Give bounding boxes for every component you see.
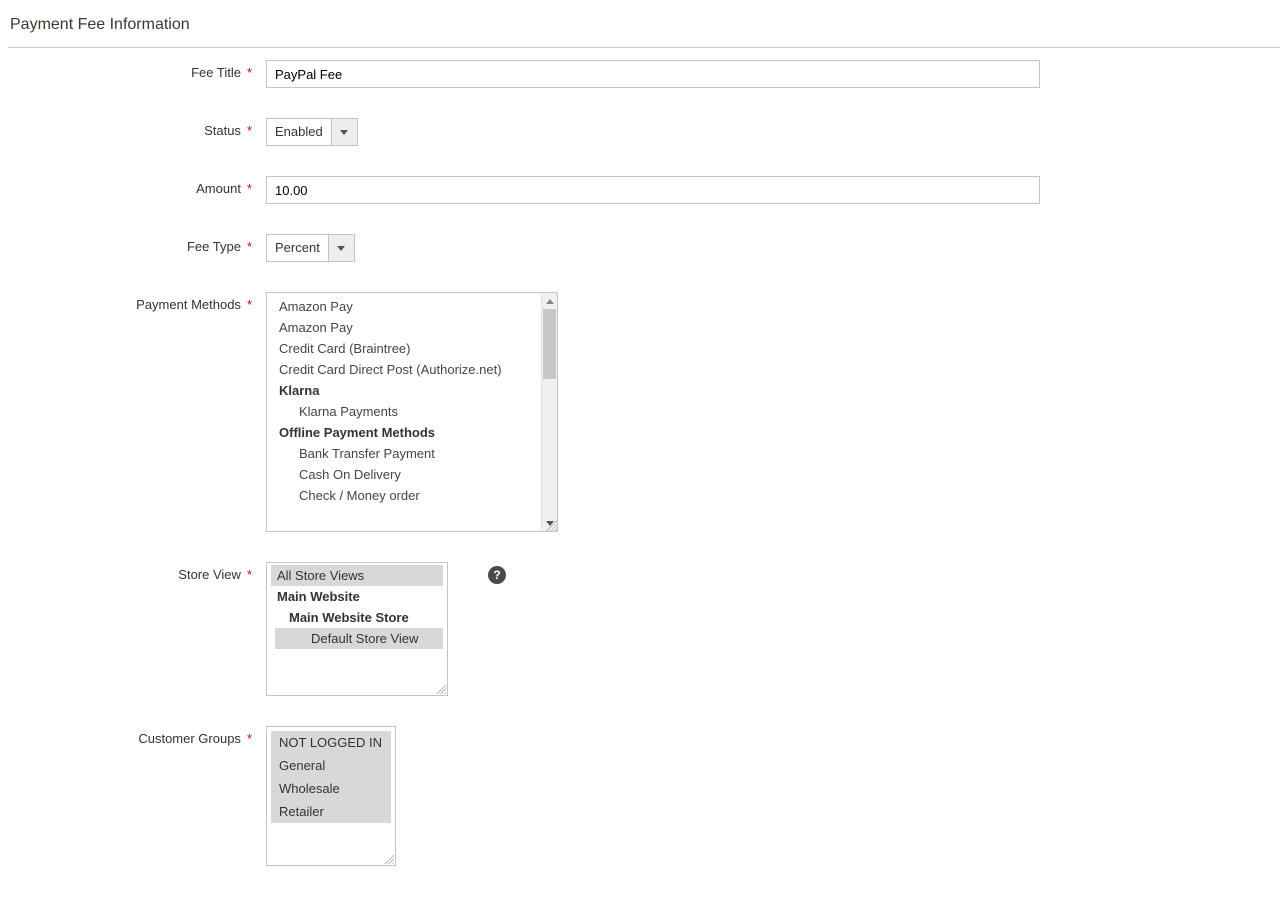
label-text: Customer Groups (138, 731, 241, 746)
list-item[interactable]: Amazon Pay (267, 317, 541, 338)
chevron-down-icon[interactable] (331, 119, 357, 145)
row-status: Status * Enabled (8, 118, 1280, 146)
row-store-view: Store View * All Store ViewsMain WebsiteM… (8, 562, 1280, 696)
customer-groups-multiselect[interactable]: NOT LOGGED INGeneralWholesaleRetailer (266, 726, 396, 866)
fee-type-select[interactable]: Percent (266, 234, 355, 262)
label-text: Fee Type (187, 239, 241, 254)
required-asterisk: * (247, 181, 252, 196)
row-payment-methods: Payment Methods* Amazon PayAmazon PayCre… (8, 292, 1280, 532)
payment-methods-multiselect[interactable]: Amazon PayAmazon PayCredit Card (Braintr… (266, 292, 558, 532)
payment-methods-list[interactable]: Amazon PayAmazon PayCredit Card (Braintr… (267, 293, 541, 531)
list-item[interactable]: Klarna Payments (267, 401, 541, 422)
list-group: Offline Payment Methods (267, 422, 541, 443)
row-fee-type: Fee Type * Percent (8, 234, 1280, 262)
chevron-down-icon[interactable] (328, 235, 354, 261)
list-item[interactable]: Check / Money order (267, 485, 541, 506)
list-item[interactable]: All Store Views (271, 565, 443, 586)
list-item[interactable]: Default Store View (275, 628, 443, 649)
status-value: Enabled (267, 119, 331, 145)
label-text: Store View (178, 567, 241, 582)
list-item[interactable]: Credit Card (Braintree) (267, 338, 541, 359)
list-item[interactable]: Bank Transfer Payment (267, 443, 541, 464)
label-text: Amount (196, 181, 241, 196)
list-item[interactable]: General (271, 754, 391, 777)
status-select[interactable]: Enabled (266, 118, 358, 146)
required-asterisk: * (247, 731, 252, 746)
list-item[interactable]: NOT LOGGED IN (271, 731, 391, 754)
payment-fee-form: Payment Fee Information Fee Title * Statu… (0, 0, 1288, 906)
required-asterisk: * (247, 567, 252, 582)
label-payment-methods: Payment Methods * (8, 292, 266, 312)
list-item[interactable]: Cash On Delivery (267, 464, 541, 485)
list-item[interactable]: Wholesale (271, 777, 391, 800)
label-customer-groups: Customer Groups * (8, 726, 266, 746)
list-item[interactable]: Credit Card Direct Post (Authorize.net) (267, 359, 541, 380)
label-text: Status (204, 123, 241, 138)
row-customer-groups: Customer Groups * NOT LOGGED INGeneralWho… (8, 726, 1280, 866)
required-asterisk: * (247, 123, 252, 138)
list-group: Klarna (267, 380, 541, 401)
amount-input[interactable] (266, 176, 1040, 204)
row-fee-title: Fee Title * (8, 60, 1280, 88)
label-text: Fee Title (191, 65, 241, 80)
label-fee-title: Fee Title * (8, 60, 266, 80)
label-text: Payment Methods (136, 297, 241, 312)
required-asterisk: * (247, 297, 252, 312)
required-asterisk: * (247, 239, 252, 254)
scrollbar[interactable] (541, 293, 557, 531)
store-view-multiselect[interactable]: All Store ViewsMain WebsiteMain Website … (266, 562, 448, 696)
list-subgroup: Main Website Store (267, 607, 447, 628)
resize-handle-icon[interactable] (434, 682, 446, 694)
label-store-view: Store View * (8, 562, 266, 582)
label-amount: Amount * (8, 176, 266, 196)
scroll-up-icon[interactable] (542, 293, 557, 309)
row-amount: Amount * (8, 176, 1280, 204)
list-group: Main Website (267, 586, 447, 607)
list-item[interactable]: Amazon Pay (267, 296, 541, 317)
help-icon[interactable]: ? (488, 566, 506, 584)
resize-handle-icon[interactable] (382, 852, 394, 864)
label-fee-type: Fee Type * (8, 234, 266, 254)
fee-type-value: Percent (267, 235, 328, 261)
customer-groups-selection[interactable]: NOT LOGGED INGeneralWholesaleRetailer (271, 731, 391, 823)
fee-title-input[interactable] (266, 60, 1040, 88)
list-item[interactable]: Retailer (271, 800, 391, 823)
required-asterisk: * (247, 65, 252, 80)
scroll-thumb[interactable] (543, 309, 556, 379)
section-title: Payment Fee Information (8, 10, 1280, 48)
resize-handle-icon[interactable] (543, 517, 557, 531)
label-status: Status * (8, 118, 266, 138)
